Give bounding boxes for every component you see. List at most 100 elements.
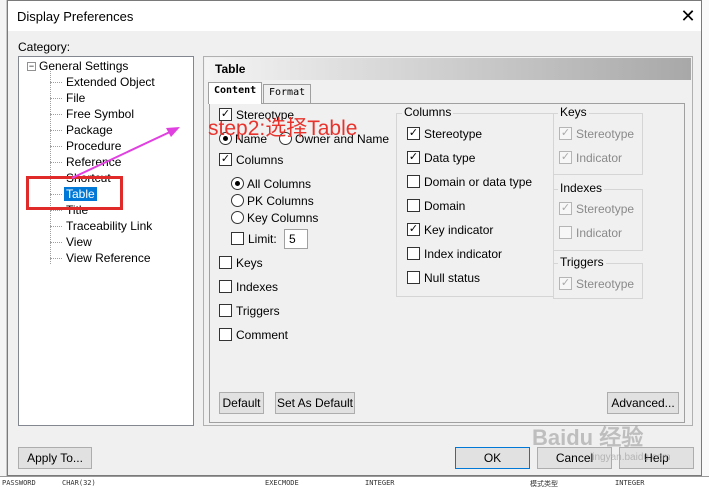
background-window-left [0, 0, 7, 487]
checkbox-label: Stereotype [576, 202, 635, 216]
radio-icon [231, 211, 244, 225]
bg-text: 模式类型 [530, 480, 558, 487]
close-icon[interactable]: ✕ [677, 5, 699, 27]
checkbox-icon [407, 271, 420, 285]
tree-item-label: View Reference [66, 251, 151, 265]
col-null-status-checkbox[interactable]: Null status [407, 271, 480, 287]
col-key-indicator-checkbox[interactable]: ✓ Key indicator [407, 223, 493, 239]
default-button[interactable]: Default [219, 392, 264, 414]
columns-group-title: Columns [402, 105, 454, 119]
checkbox-label: Columns [236, 153, 284, 167]
checkbox-label: Stereotype [576, 127, 635, 141]
keys-indicator-checkbox: ✓ Indicator [559, 151, 622, 167]
checkbox-label: Stereotype [424, 127, 483, 141]
comment-checkbox[interactable]: Comment [219, 328, 288, 344]
key-columns-radio[interactable]: Key Columns [231, 211, 318, 227]
checkbox-label: Triggers [236, 304, 280, 318]
tree-item-label: File [66, 91, 86, 105]
tree-item-traceability-link[interactable]: Traceability Link [50, 219, 154, 235]
radio-label: PK Columns [247, 194, 314, 208]
check-icon: ✓ [407, 151, 420, 165]
checkbox-icon [219, 280, 232, 294]
tree-item-view-reference[interactable]: View Reference [50, 251, 153, 267]
checkbox-label: Keys [236, 256, 263, 270]
annotation-step-text: step2:选择Table [208, 117, 358, 140]
checkbox-label: Indicator [576, 226, 623, 240]
checkbox-label: Data type [424, 151, 476, 165]
checkbox-label: Domain or data type [424, 175, 533, 189]
check-icon: ✓ [559, 277, 572, 291]
bg-text: EXECMODE [265, 479, 299, 487]
keys-stereotype-checkbox: ✓ Stereotype [559, 127, 634, 143]
tree-item-view[interactable]: View [50, 235, 94, 251]
all-columns-radio[interactable]: All Columns [231, 177, 311, 193]
checkbox-label: Limit: [248, 232, 277, 246]
tree-root-general-settings[interactable]: − General Settings [27, 59, 128, 73]
checkbox-label: Indexes [236, 280, 279, 294]
col-domain-or-data-type-checkbox[interactable]: Domain or data type [407, 175, 532, 191]
triggers-checkbox[interactable]: Triggers [219, 304, 280, 320]
col-stereotype-checkbox[interactable]: ✓ Stereotype [407, 127, 482, 143]
tab-body: ✓ Stereotype Name Owner and Name ✓ Columns… [209, 103, 685, 423]
display-preferences-dialog: Display Preferences ✕ Category: − General… [7, 0, 702, 476]
col-domain-checkbox[interactable]: Domain [407, 199, 465, 215]
background-window-right [702, 0, 709, 487]
bg-text: PASSWORD [2, 479, 36, 487]
radio-label: All Columns [247, 177, 312, 191]
advanced-button[interactable]: Advanced... [607, 392, 679, 414]
checkbox-label: Key indicator [424, 223, 494, 237]
tree-item-file[interactable]: File [50, 91, 87, 107]
title-bar[interactable]: Display Preferences ✕ [8, 1, 701, 31]
pk-columns-radio[interactable]: PK Columns [231, 194, 314, 210]
tree-item-label: View [66, 235, 92, 249]
annotation-highlight-box [26, 176, 123, 210]
checkbox-label: Stereotype [576, 277, 635, 291]
watermark-url: jingyan.baidu.com [590, 452, 671, 463]
tree-item-label: Extended Object [66, 75, 155, 89]
bg-text: INTEGER [365, 479, 395, 487]
panel-header: Table [205, 58, 691, 80]
check-icon: ✓ [559, 127, 572, 141]
columns-checkbox[interactable]: ✓ Columns [219, 153, 283, 169]
col-index-indicator-checkbox[interactable]: Index indicator [407, 247, 502, 263]
col-data-type-checkbox[interactable]: ✓ Data type [407, 151, 475, 167]
tree-item-reference[interactable]: Reference [50, 155, 123, 171]
checkbox-label: Index indicator [424, 247, 503, 261]
tab-format[interactable]: Format [263, 84, 312, 104]
dialog-title: Display Preferences [17, 9, 134, 24]
limit-checkbox[interactable]: Limit: [231, 232, 277, 248]
keys-checkbox[interactable]: Keys [219, 256, 263, 272]
apply-to-button[interactable]: Apply To... [18, 447, 92, 469]
triggers-stereotype-checkbox: ✓ Stereotype [559, 277, 634, 293]
limit-input[interactable]: 5 [284, 229, 308, 249]
category-tree[interactable]: − General Settings Extended Object File F… [18, 56, 194, 426]
checkbox-label: Comment [236, 328, 289, 342]
indexes-stereotype-checkbox: ✓ Stereotype [559, 202, 634, 218]
tree-item-label: Reference [66, 155, 122, 169]
ok-button[interactable]: OK [455, 447, 530, 469]
checkbox-icon [219, 256, 232, 270]
tree-item-label: Free Symbol [66, 107, 135, 121]
indexes-checkbox[interactable]: Indexes [219, 280, 278, 296]
checkbox-icon [231, 232, 244, 246]
radio-label: Key Columns [247, 211, 319, 225]
radio-selected-icon [231, 177, 244, 191]
set-as-default-button[interactable]: Set As Default [275, 392, 355, 414]
bg-text: INTEGER [615, 479, 645, 487]
radio-icon [231, 194, 244, 208]
collapse-icon[interactable]: − [27, 62, 36, 72]
checkbox-icon [559, 226, 572, 240]
checkbox-label: Domain [424, 199, 466, 213]
check-icon: ✓ [407, 223, 420, 237]
checkbox-icon [407, 247, 420, 261]
tree-item-procedure[interactable]: Procedure [50, 139, 123, 155]
checkbox-icon [407, 175, 420, 189]
bg-text: CHAR(32) [62, 479, 96, 487]
indexes-indicator-checkbox: Indicator [559, 226, 622, 242]
tree-item-free-symbol[interactable]: Free Symbol [50, 107, 136, 123]
tree-item-package[interactable]: Package [50, 123, 115, 139]
tab-content[interactable]: Content [208, 82, 263, 104]
tree-item-extended-object[interactable]: Extended Object [50, 75, 157, 91]
checkbox-icon [219, 328, 232, 342]
tree-item-label: Traceability Link [66, 219, 153, 233]
